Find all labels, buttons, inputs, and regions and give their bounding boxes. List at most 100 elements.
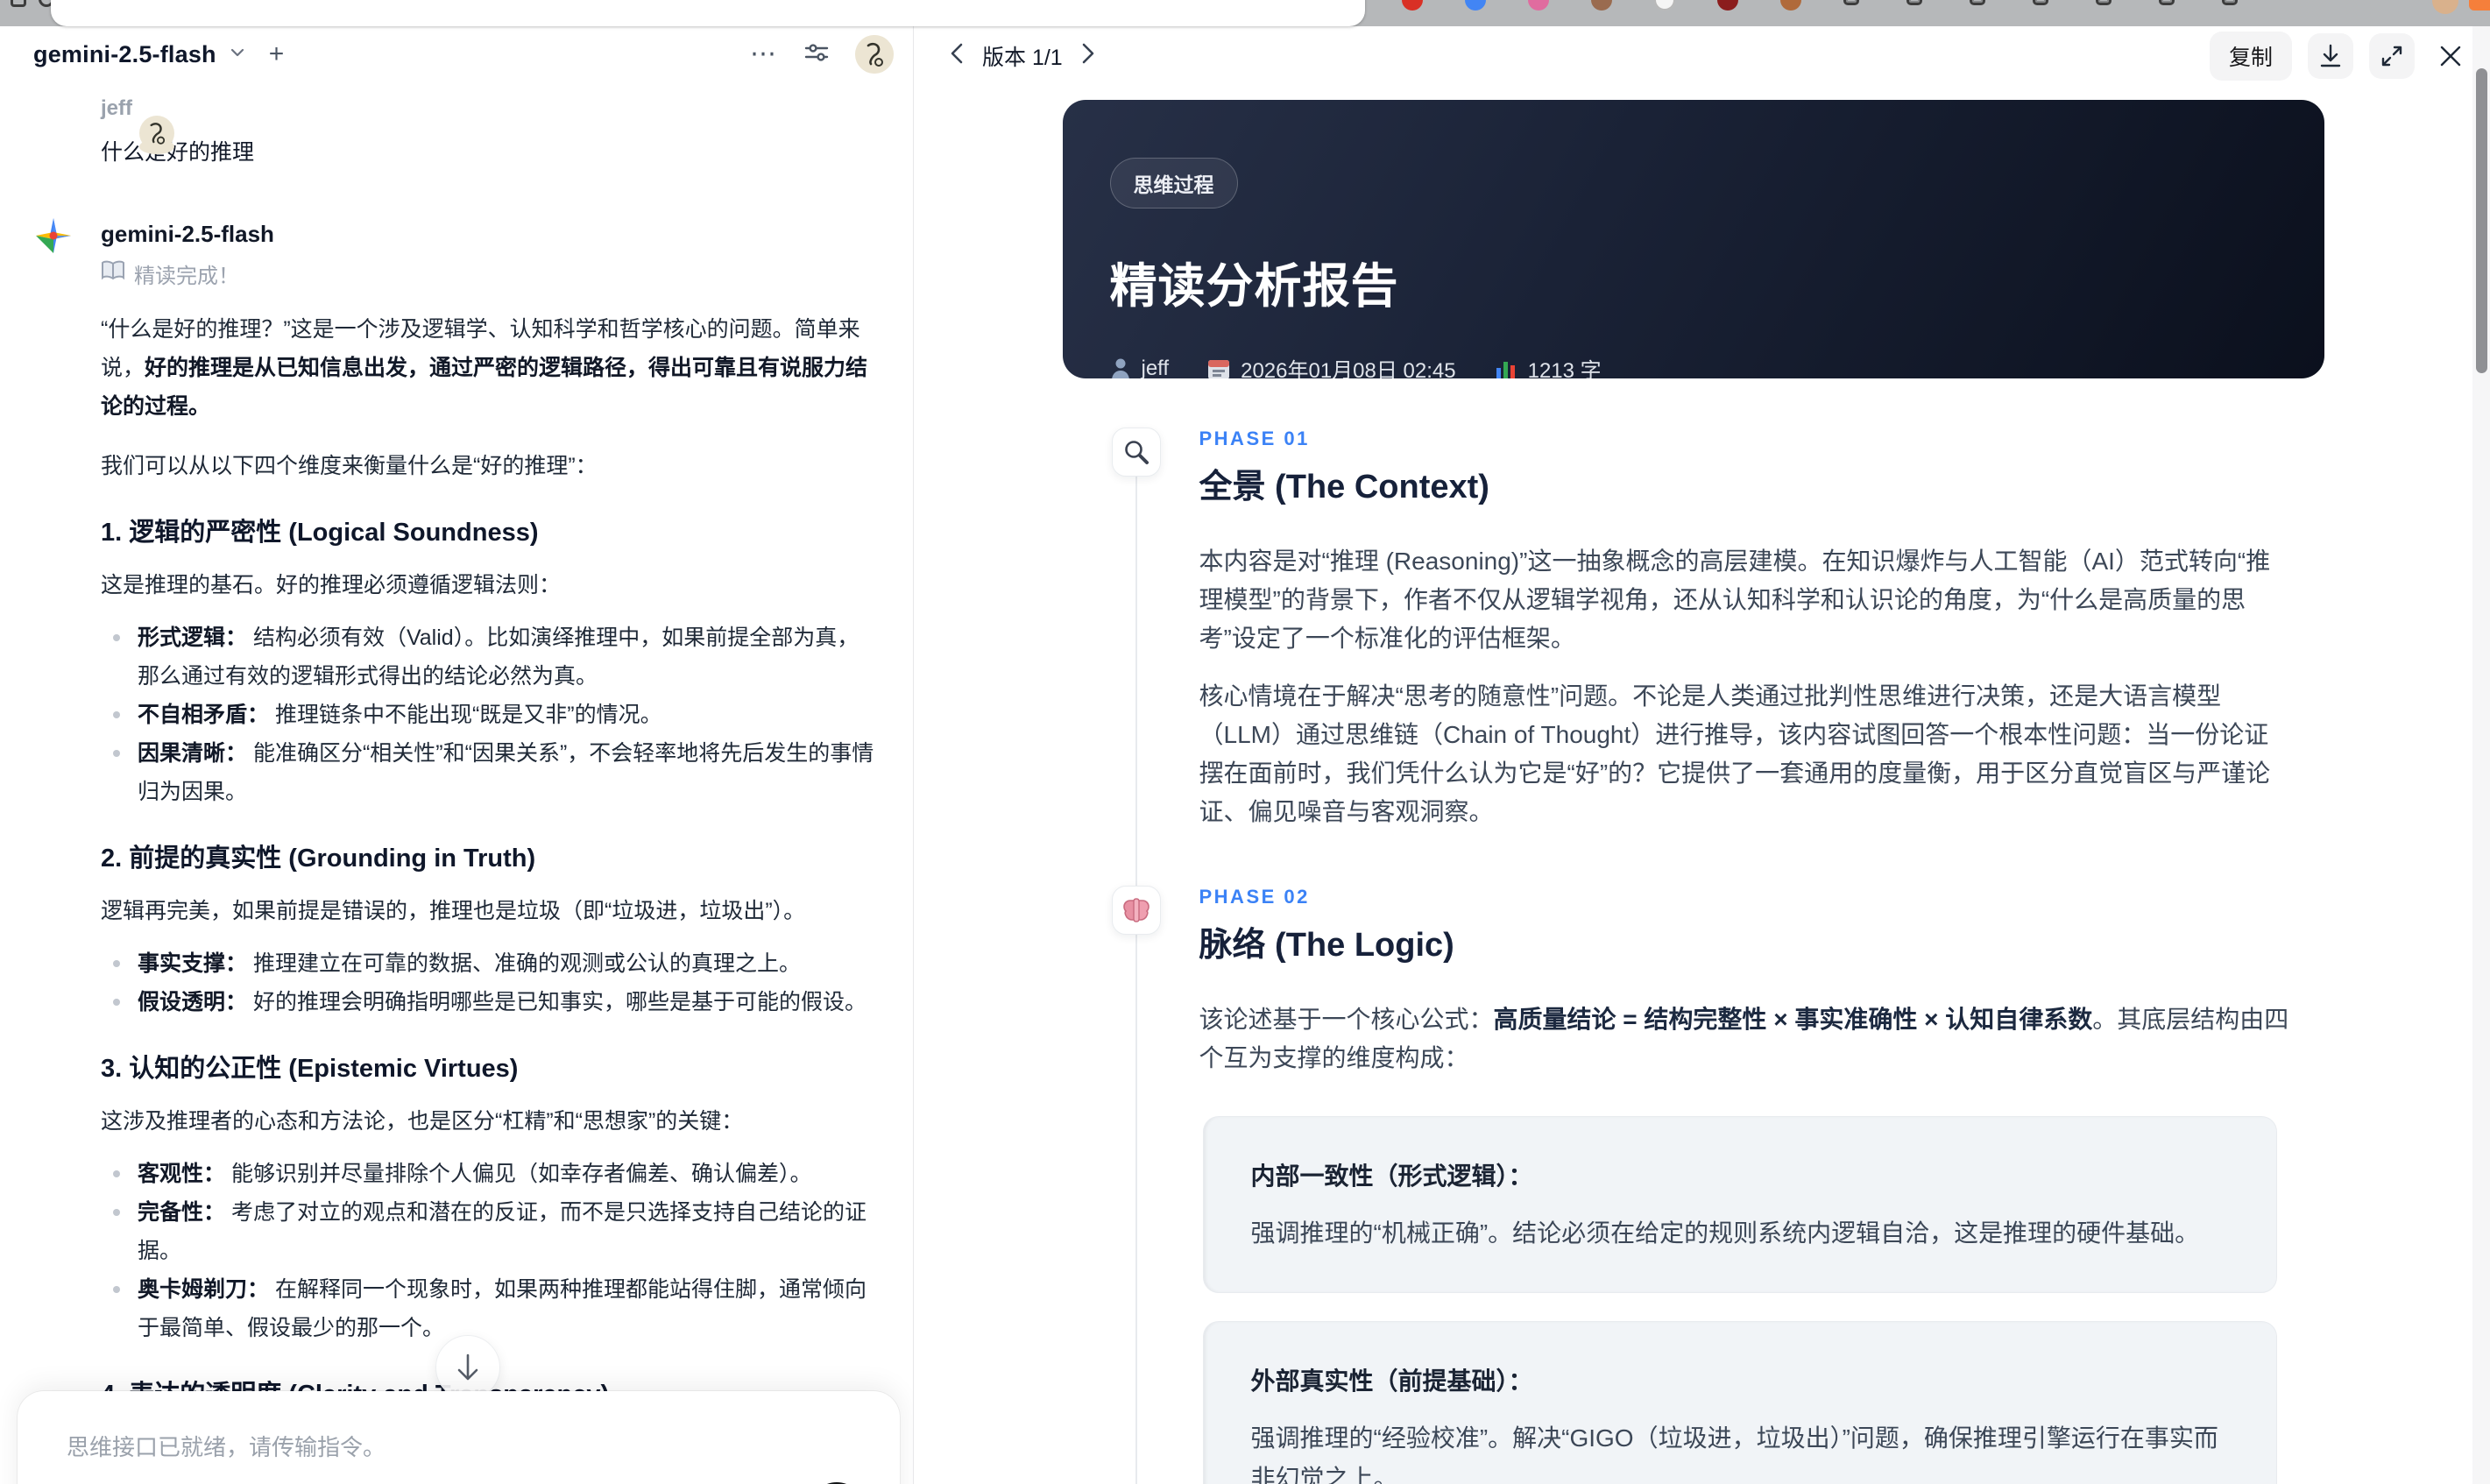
extension-icon[interactable] — [2222, 0, 2238, 5]
assistant-status: 精读完成！ — [101, 258, 871, 289]
composer[interactable]: 思维接口已就绪，请传输指令。 — [18, 1391, 900, 1484]
artifact-scroll-area[interactable]: 思维过程 精读分析报告 jeff 2026年01月08日 02:45 1213 … — [914, 86, 2472, 1484]
close-button[interactable] — [2430, 36, 2471, 76]
scroll-to-bottom-button[interactable] — [435, 1335, 500, 1400]
gemini-star-icon — [35, 217, 72, 254]
version-next-button[interactable] — [1080, 42, 1096, 71]
phase-1-body: 本内容是对“推理 (Reasoning)”这一抽象概念的高层建模。在知识爆炸与人… — [1199, 542, 2291, 831]
extension-icon[interactable] — [1528, 0, 1549, 11]
list-item: 客观性： 能够识别并尽量排除个人偏见（如幸存者偏差、确认偏差）。 — [101, 1155, 875, 1193]
close-icon — [2440, 46, 2461, 67]
browser-back-icon[interactable] — [11, 0, 26, 7]
expand-icon — [2381, 46, 2402, 67]
phase-2-body: 该论述基于一个核心公式：高质量结论 = 结构完整性 × 事实准确性 × 认知自律… — [1199, 1000, 2291, 1078]
phase-paragraph: 核心情境在于解决“思考的随意性”问题。不论是人类通过批判性思维进行决策，还是大语… — [1199, 682, 2271, 825]
extension-icon[interactable] — [1906, 0, 1922, 5]
scrollbar-thumb[interactable] — [2476, 68, 2487, 373]
section-heading: 2. 前提的真实性 (Grounding in Truth) — [101, 844, 536, 873]
bullet-list: 客观性： 能够识别并尽量排除个人偏见（如幸存者偏差、确认偏差）。 完备性： 考虑… — [101, 1155, 875, 1347]
phase-label: PHASE 02 — [1199, 886, 1310, 908]
timeline-line — [1135, 454, 1137, 1484]
extension-icon[interactable] — [1780, 0, 1801, 11]
chat-panel: gemini-2.5-flash + ⋯ jeff 什么是好的推理 gemini… — [0, 26, 914, 1484]
list-item: 假设透明： 好的推理会明确指明哪些是已知事实，哪些是基于可能的假设。 — [101, 983, 875, 1021]
artifact-toolbar: 版本 1/1 复制 — [914, 26, 2490, 86]
list-item: 完备性： 考虑了对立的观点和潜在的反证，而不是只选择支持自己结论的证据。 — [101, 1193, 875, 1270]
dimension-cards: 内部一致性（形式逻辑）： 强调推理的“机械正确”。结论必须在给定的规则系统内逻辑… — [1202, 1116, 2277, 1484]
download-icon — [2320, 44, 2341, 67]
extension-icon[interactable] — [2096, 0, 2112, 5]
user-avatar[interactable] — [855, 35, 894, 74]
extension-icon[interactable] — [1843, 0, 1859, 5]
browser-profile-avatar[interactable] — [2432, 0, 2458, 14]
expand-button[interactable] — [2369, 33, 2415, 79]
list-item: 不自相矛盾： 推理链条中不能出现“既是又非”的情况。 — [101, 696, 875, 734]
section-heading: 1. 逻辑的严密性 (Logical Soundness) — [101, 519, 539, 547]
composer-placeholder[interactable]: 思维接口已就绪，请传输指令。 — [67, 1430, 851, 1462]
list-item: 奥卡姆剃刀： 在解释同一个现象时，如果两种推理都能站得住脚，通常倾向于最简单、假… — [101, 1270, 875, 1347]
extension-icon[interactable] — [1654, 0, 1675, 11]
list-item: 形式逻辑： 结构必须有效（Valid）。比如演绎推理中，如果前提全部为真，那么通… — [101, 618, 875, 696]
scrollbar-track[interactable] — [2472, 26, 2490, 1484]
report-title: 精读分析报告 — [1109, 260, 1399, 313]
version-prev-button[interactable] — [949, 42, 965, 71]
phase-paragraph: 该论述基于一个核心公式：高质量结论 = 结构完整性 × 事实准确性 × 认知自律… — [1199, 1006, 2289, 1071]
intro-bold-text: 好的推理是从已知信息出发，通过严密的逻辑路径，得出可靠且有说服力结论的过程。 — [101, 356, 868, 419]
phase-paragraph: 本内容是对“推理 (Reasoning)”这一抽象概念的高层建模。在知识爆炸与人… — [1199, 548, 2271, 652]
arrow-down-icon — [457, 1353, 478, 1381]
extension-icon[interactable] — [1402, 0, 1423, 11]
phase-2-header: PHASE 02 脉络 (The Logic) — [1063, 886, 2324, 965]
calendar-icon — [1208, 359, 1230, 378]
browser-url-bar[interactable] — [51, 0, 1365, 26]
phase-title: 脉络 (The Logic) — [1199, 927, 1454, 964]
more-options-button[interactable]: ⋯ — [750, 41, 778, 67]
extension-icon[interactable] — [1591, 0, 1612, 11]
card-title: 外部真实性（前提基础）： — [1250, 1367, 1533, 1395]
report-author: jeff — [1141, 356, 1170, 379]
assistant-model-name: gemini-2.5-flash — [101, 221, 274, 247]
chat-scroll-area[interactable]: jeff 什么是好的推理 gemini-2.5-flash 精读完成！ “什么是… — [0, 81, 913, 1484]
extension-icon[interactable] — [1717, 0, 1738, 11]
chevron-down-icon[interactable] — [229, 44, 246, 66]
browser-edge-icon[interactable] — [2469, 0, 2490, 11]
section-intro: 这是推理的基石。好的推理必须遵循逻辑法则： — [101, 573, 562, 597]
extension-icon[interactable] — [2159, 0, 2175, 5]
book-icon — [101, 260, 125, 287]
card-text: 强调推理的“机械正确”。结论必须在给定的规则系统内逻辑自洽，这是推理的硬件基础。 — [1250, 1219, 2200, 1247]
person-icon — [1111, 358, 1129, 378]
magnifier-icon — [1111, 428, 1161, 477]
status-text: 精读完成！ — [134, 265, 239, 288]
phase-label: PHASE 01 — [1199, 428, 1310, 449]
chat-header: gemini-2.5-flash + ⋯ — [0, 26, 913, 77]
card-text: 强调推理的“经验校准”。解决“GIGO（垃圾进，垃圾出）”问题，确保推理引擎运行… — [1250, 1424, 2218, 1484]
copy-button[interactable]: 复制 — [2209, 32, 2292, 81]
message-author: jeff — [101, 96, 132, 120]
bar-chart-icon — [1495, 361, 1517, 378]
extension-icon[interactable] — [1970, 0, 1985, 5]
bullet-list: 事实支撑： 推理建立在可靠的数据、准确的观测或公认的真理之上。 假设透明： 好的… — [101, 944, 875, 1021]
list-item: 事实支撑： 推理建立在可靠的数据、准确的观测或公认的真理之上。 — [101, 944, 875, 983]
phase-1-header: PHASE 01 全景 (The Context) — [1063, 428, 2324, 507]
brain-icon — [1111, 886, 1161, 935]
dimension-card: 外部真实性（前提基础）： 强调推理的“经验校准”。解决“GIGO（垃圾进，垃圾出… — [1202, 1321, 2277, 1484]
report-word-count: 1213 字 — [1527, 359, 1602, 378]
settings-sliders-icon[interactable] — [803, 39, 831, 71]
extension-icon[interactable] — [2033, 0, 2048, 5]
version-label: 版本 1/1 — [982, 46, 1063, 70]
section-intro: 这涉及推理者的心态和方法论，也是区分“杠精”和“思想家”的关键： — [101, 1109, 744, 1134]
message-text: 什么是好的推理 — [101, 140, 255, 165]
list-item: 因果清晰： 能准确区分“相关性”和“因果关系”，不会轻率地将先后发生的事情归为因… — [101, 734, 875, 811]
report-phases: PHASE 01 全景 (The Context) 本内容是对“推理 (Reas… — [1063, 428, 2324, 1484]
assistant-message: gemini-2.5-flash 精读完成！ “什么是好的推理？”这是一个涉及逻… — [36, 218, 874, 1484]
report-datetime: 2026年01月08日 02:45 — [1241, 359, 1456, 378]
user-message: jeff 什么是好的推理 — [101, 96, 871, 166]
card-title: 内部一致性（形式逻辑）： — [1250, 1162, 1533, 1190]
new-chat-button[interactable]: + — [269, 41, 285, 67]
artifact-panel: 版本 1/1 复制 思维过程 精读分析报告 jeff 2026年01月08日 0… — [914, 26, 2490, 1484]
browser-chrome — [0, 0, 2490, 26]
download-button[interactable] — [2308, 33, 2353, 79]
extension-icon[interactable] — [1465, 0, 1486, 11]
bullet-list: 形式逻辑： 结构必须有效（Valid）。比如演绎推理中，如果前提全部为真，那么通… — [101, 618, 875, 811]
report-badge: 思维过程 — [1109, 158, 1238, 208]
model-selector[interactable]: gemini-2.5-flash — [33, 41, 216, 68]
